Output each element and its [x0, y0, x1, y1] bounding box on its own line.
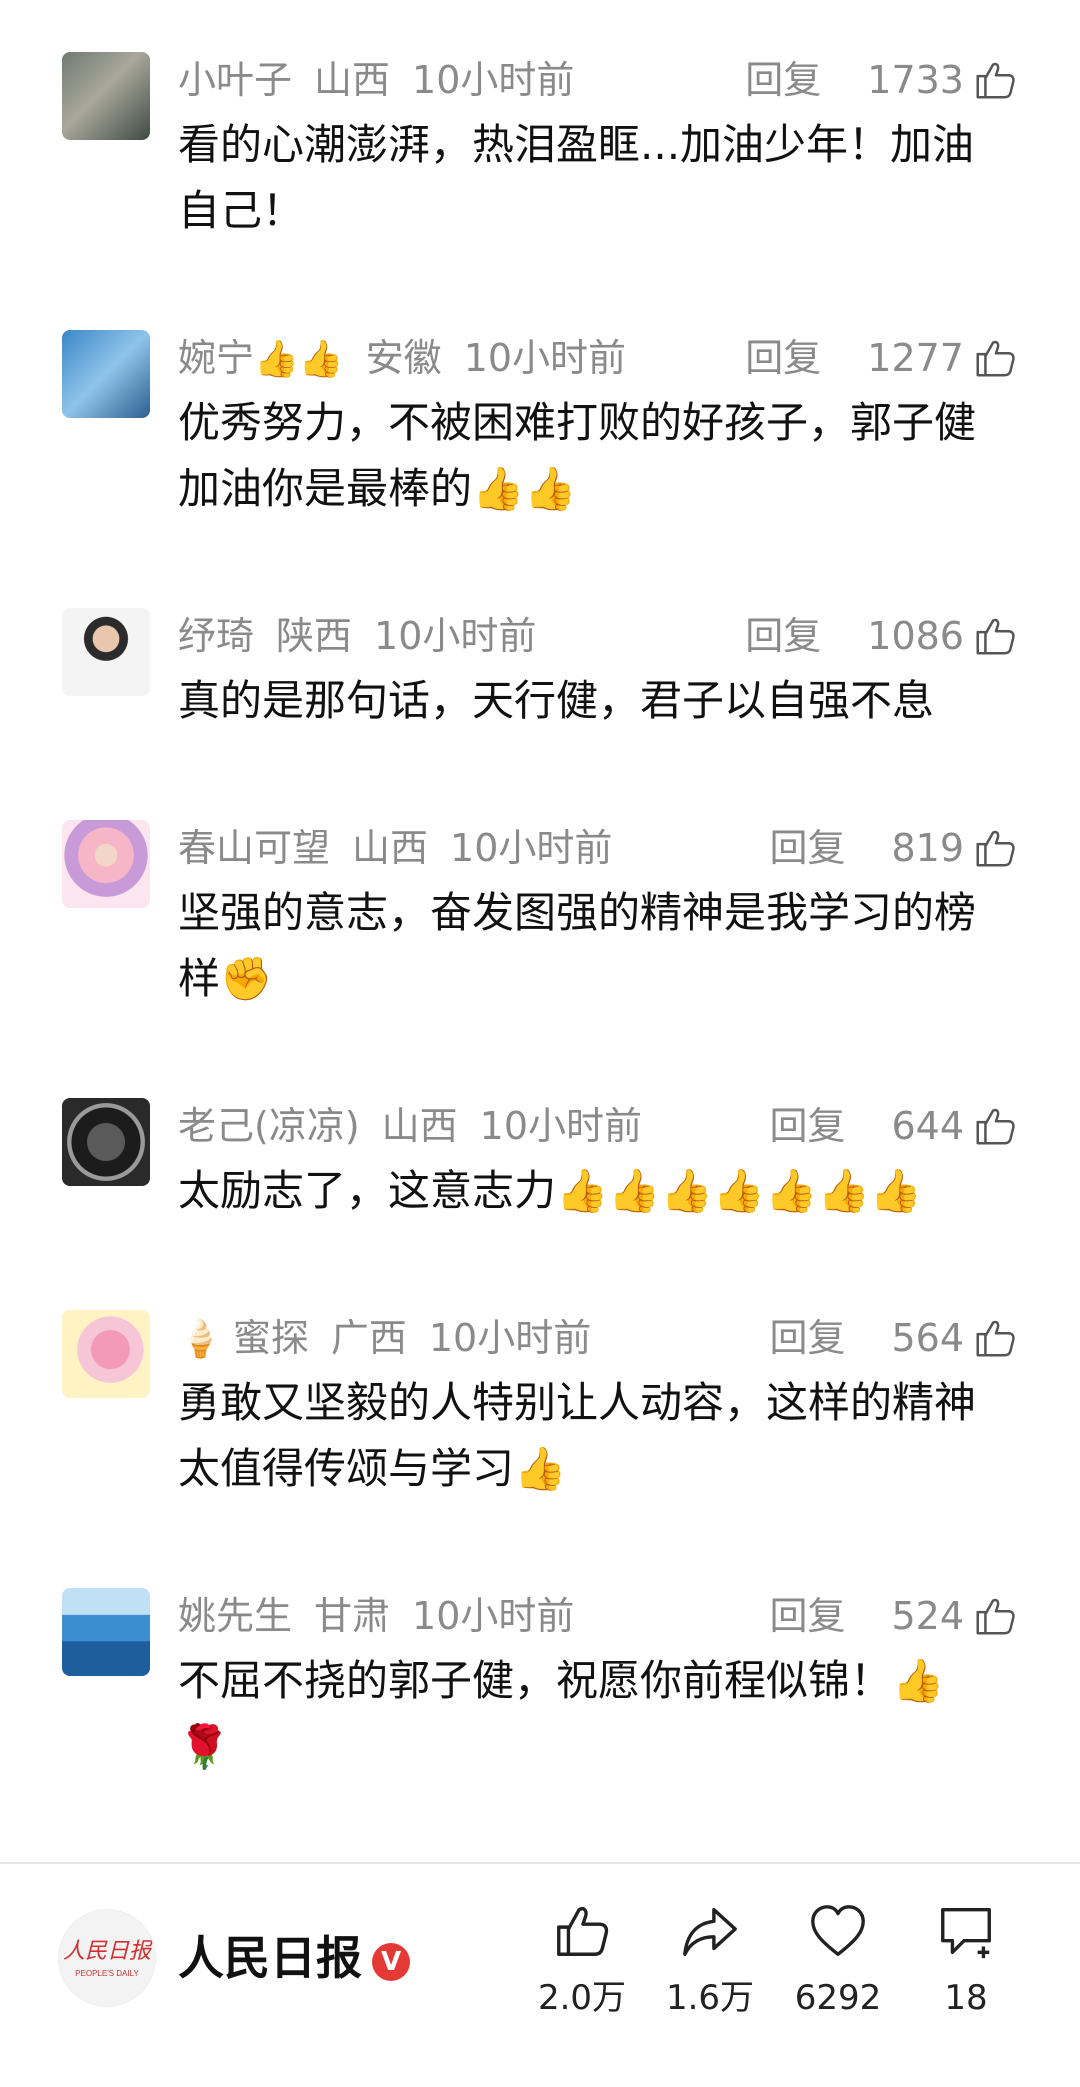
reply-button[interactable]: 回复 [769, 1098, 845, 1154]
thumbs-up-icon [557, 1907, 609, 1956]
comment-action[interactable]: 18 [906, 1900, 1026, 2018]
like-count: 819 [891, 826, 964, 870]
region: 甘肃 [314, 1594, 391, 1638]
svg-text:PEOPLE'S DAILY: PEOPLE'S DAILY [75, 1969, 139, 1978]
comment-meta: 纾琦 陕西 10小时前 回复 1086 [178, 608, 1018, 664]
timestamp: 10小时前 [479, 1104, 643, 1148]
username[interactable]: 小叶子 [178, 58, 292, 102]
like-count: 644 [891, 1104, 964, 1148]
avatar[interactable] [62, 820, 150, 908]
avatar[interactable] [62, 1310, 150, 1398]
username[interactable]: 蜜探 [233, 1316, 309, 1360]
user-flair: 👍👍 [254, 339, 344, 380]
comment-text: 太励志了，这意志力👍👍👍👍👍👍👍 [178, 1166, 923, 1215]
people-daily-logo-icon: 人民日报 PEOPLE'S DAILY [63, 1938, 154, 1978]
timestamp: 10小时前 [412, 58, 575, 102]
like-count: 564 [891, 1316, 964, 1360]
comment-item: 婉宁👍👍 安徽 10小时前 回复 1277 优秀努力，不被困难打败的好孩子，郭子健 … [0, 330, 1080, 560]
timestamp: 10小时前 [450, 826, 613, 870]
reply-button[interactable]: 回复 [769, 1588, 845, 1644]
thumbs-up-icon[interactable] [972, 1593, 1018, 1639]
region: 陕西 [276, 614, 353, 658]
like-action[interactable]: 2.0万 [522, 1900, 642, 2018]
reply-button[interactable]: 回复 [745, 330, 821, 386]
username[interactable]: 纾琦 [178, 614, 254, 658]
region: 山西 [381, 1104, 458, 1148]
thumbs-up-icon[interactable] [972, 1103, 1018, 1149]
publisher-name[interactable]: 人民日报 V [178, 1926, 410, 1990]
like-count: 1086 [867, 614, 964, 658]
comment-text: 勇敢又坚毅的人特别让人动容，这样的精神 太值得传颂与学习👍 [178, 1378, 977, 1493]
username[interactable]: 姚先生 [178, 1594, 292, 1638]
reply-button[interactable]: 回复 [769, 1310, 845, 1366]
region: 广西 [330, 1316, 407, 1360]
comment-item: 纾琦 陕西 10小时前 回复 1086 真的是那句话，天行健，君子以自强不息 [0, 608, 1080, 778]
reply-button[interactable]: 回复 [745, 608, 821, 664]
username[interactable]: 春山可望 [178, 826, 330, 870]
username[interactable]: 婉宁 [178, 336, 254, 380]
timestamp: 10小时前 [412, 1594, 575, 1638]
comment-text: 真的是那句话，天行健，君子以自强不息 [178, 676, 935, 725]
thumbs-up-icon[interactable] [972, 335, 1018, 381]
reply-button[interactable]: 回复 [769, 820, 845, 876]
thumbs-up-icon[interactable] [972, 613, 1018, 659]
avatar[interactable] [62, 608, 150, 696]
comment-total: 18 [944, 1978, 988, 2018]
like-count: 1733 [867, 58, 964, 102]
publisher-logo[interactable]: 人民日报 PEOPLE'S DAILY [58, 1909, 156, 2007]
like-count: 524 [891, 1594, 964, 1638]
thumbs-up-icon[interactable] [972, 1315, 1018, 1361]
favorite-total: 6292 [794, 1978, 882, 2018]
thumbs-up-icon[interactable] [972, 825, 1018, 871]
share-action[interactable]: 1.6万 [650, 1900, 770, 2018]
comment-meta: 小叶子 山西 10小时前 回复 1733 [178, 52, 1018, 108]
region: 安徽 [365, 336, 442, 380]
comment-meta: 春山可望 山西 10小时前 回复 819 [178, 820, 1018, 876]
thumbs-up-icon[interactable] [972, 57, 1018, 103]
username[interactable]: 老己(凉凉) [178, 1104, 360, 1148]
timestamp: 10小时前 [463, 336, 627, 380]
avatar[interactable] [62, 330, 150, 418]
heart-icon [811, 1905, 865, 1956]
comment-item: 姚先生 甘肃 10小时前 回复 524 不屈不挠的郭子健，祝愿你前程似锦！👍 🌹 [0, 1588, 1080, 1818]
publisher-name-text: 人民日报 [178, 1931, 362, 1985]
timestamp: 10小时前 [428, 1316, 592, 1360]
comment-meta: 姚先生 甘肃 10小时前 回复 524 [178, 1588, 1018, 1644]
comment-text: 坚强的意志，奋发图强的精神是我学习的榜 样✊ [178, 888, 977, 1003]
avatar[interactable] [62, 1588, 150, 1676]
comment-plus-icon [941, 1907, 991, 1959]
timestamp: 10小时前 [374, 614, 537, 658]
verified-badge: V [372, 1942, 410, 1981]
user-flair: 🍦 [178, 1319, 223, 1360]
comment-item: 🍦 蜜探 广西 10小时前 回复 564 勇敢又坚毅的人特别让人动容，这样的精神 太值… [0, 1310, 1080, 1540]
comment-text: 不屈不挠的郭子健，祝愿你前程似锦！👍 🌹 [178, 1656, 945, 1771]
comment-meta: 🍦 蜜探 广西 10小时前 回复 564 [178, 1310, 1018, 1366]
share-total: 1.6万 [665, 1978, 755, 2018]
avatar[interactable] [62, 52, 150, 140]
comment-text: 看的心潮澎湃，热泪盈眶...加油少年！加油 自己！ [178, 120, 975, 235]
region: 山西 [314, 58, 391, 102]
bottom-action-bar: 人民日报 PEOPLE'S DAILY 人民日报 V 2.0万 1.6万 6292… [0, 1862, 1080, 2087]
comment-item: 小叶子 山西 10小时前 回复 1733 看的心潮澎湃，热泪盈眶...加油少年！加油… [0, 52, 1080, 282]
share-icon [683, 1907, 737, 1956]
reply-button[interactable]: 回复 [745, 52, 821, 108]
comment-item: 老己(凉凉) 山西 10小时前 回复 644 太励志了，这意志力👍👍👍👍👍👍👍 [0, 1098, 1080, 1268]
favorite-action[interactable]: 6292 [778, 1900, 898, 2018]
comment-text: 优秀努力，不被困难打败的好孩子，郭子健 加油你是最棒的👍👍 [178, 398, 977, 513]
svg-text:人民日报: 人民日报 [63, 1938, 154, 1963]
comment-item: 春山可望 山西 10小时前 回复 819 坚强的意志，奋发图强的精神是我学习的榜 样… [0, 820, 1080, 1050]
like-count: 1277 [867, 336, 964, 380]
avatar[interactable] [62, 1098, 150, 1186]
comment-meta: 婉宁👍👍 安徽 10小时前 回复 1277 [178, 330, 1018, 386]
like-total: 2.0万 [537, 1978, 627, 2018]
region: 山西 [352, 826, 429, 870]
comment-meta: 老己(凉凉) 山西 10小时前 回复 644 [178, 1098, 1018, 1154]
